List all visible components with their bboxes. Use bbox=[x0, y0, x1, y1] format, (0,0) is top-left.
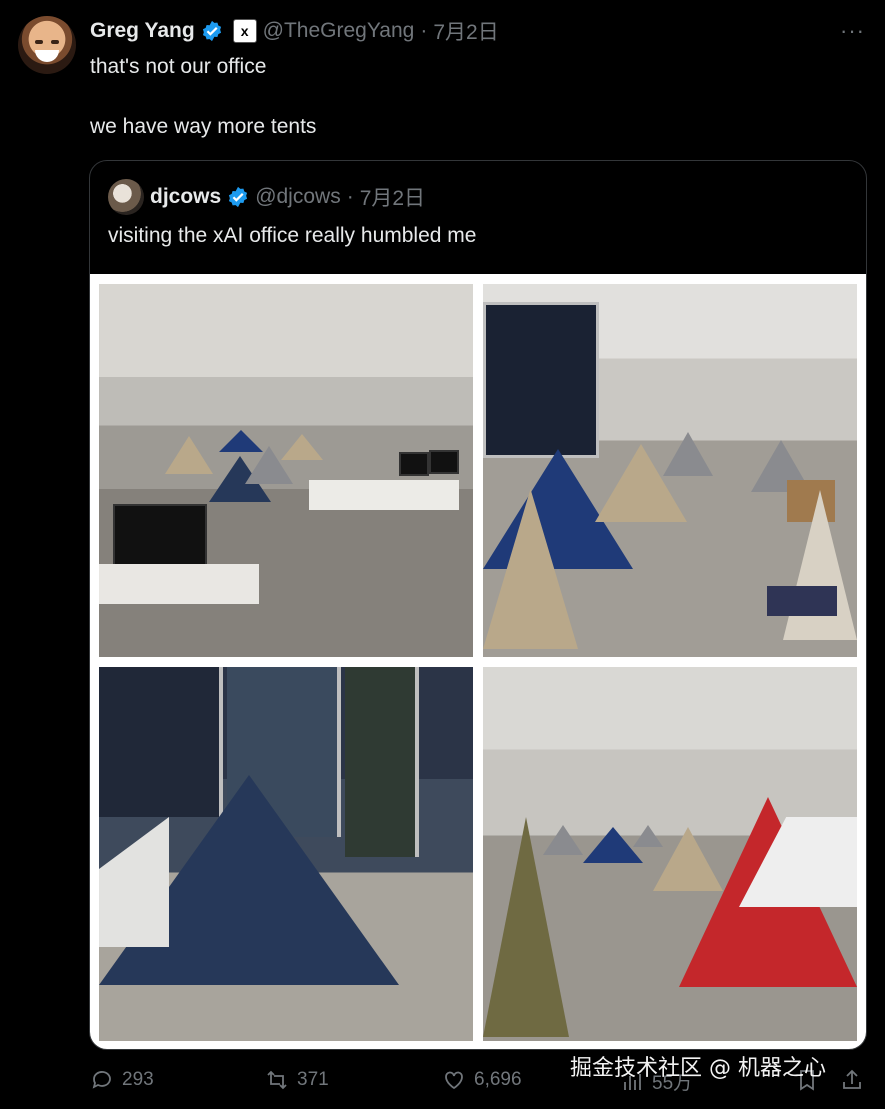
quoted-tweet-text: visiting the xAI office really humbled m… bbox=[108, 224, 477, 247]
monitor-image bbox=[113, 504, 207, 570]
repost-count: 371 bbox=[297, 1069, 329, 1090]
desk-image bbox=[99, 564, 259, 604]
tent-image bbox=[219, 430, 263, 452]
verified-badge-icon bbox=[202, 20, 221, 42]
tweet-header: Greg Yang x @TheGregYang · 7月2日 bbox=[90, 16, 499, 46]
photo-tent-by-window[interactable] bbox=[99, 667, 473, 1041]
like-button[interactable]: 6,696 bbox=[442, 1068, 522, 1092]
watermark-text: 掘金技术社区 @ 机器之心 bbox=[570, 1056, 826, 1081]
quoted-author-avatar[interactable] bbox=[108, 179, 144, 215]
reply-button[interactable]: 293 bbox=[90, 1068, 154, 1092]
avatar-eye bbox=[51, 40, 59, 44]
tent-panel-image bbox=[99, 817, 169, 947]
tent-image bbox=[165, 436, 213, 474]
tent-image bbox=[653, 827, 723, 891]
window-image bbox=[345, 667, 419, 857]
separator-dot: · bbox=[420, 19, 428, 42]
photo-corridor-tents[interactable] bbox=[483, 284, 857, 657]
author-avatar[interactable] bbox=[18, 16, 76, 74]
box-image bbox=[787, 480, 835, 522]
tent-image bbox=[583, 827, 643, 863]
quoted-author-name[interactable]: djcows bbox=[150, 185, 221, 209]
monitor-image bbox=[429, 450, 459, 474]
window-image bbox=[483, 302, 599, 458]
affiliation-badge-icon[interactable]: x bbox=[232, 19, 257, 43]
separator-dot: · bbox=[346, 185, 354, 208]
photo-grid bbox=[90, 274, 866, 1049]
like-count: 6,696 bbox=[474, 1069, 522, 1090]
photo-office-desks-tents[interactable] bbox=[99, 284, 473, 657]
repost-icon bbox=[267, 1070, 287, 1090]
repost-button[interactable]: 371 bbox=[265, 1068, 329, 1092]
verified-badge-icon bbox=[229, 186, 248, 208]
photo-hall-tents[interactable] bbox=[483, 667, 857, 1041]
tweet-date[interactable]: 7月2日 bbox=[433, 16, 498, 46]
monitor-image bbox=[399, 452, 429, 476]
tent-image bbox=[281, 434, 323, 460]
tent-image bbox=[663, 432, 713, 476]
desk-image bbox=[309, 480, 459, 510]
quoted-tweet-date[interactable]: 7月2日 bbox=[360, 182, 425, 212]
quoted-tweet-header: djcows @djcows · 7月2日 bbox=[150, 181, 425, 213]
quoted-tweet[interactable]: djcows @djcows · 7月2日 visiting the xAI o… bbox=[89, 160, 867, 1050]
reply-count: 293 bbox=[122, 1069, 154, 1090]
heart-icon bbox=[445, 1071, 463, 1090]
tweet-text: that's not our office we have way more t… bbox=[90, 55, 317, 138]
reply-icon bbox=[92, 1071, 111, 1089]
share-icon bbox=[843, 1069, 861, 1089]
author-handle[interactable]: @TheGregYang bbox=[263, 19, 415, 43]
share-button[interactable] bbox=[840, 1068, 864, 1092]
tent-image bbox=[543, 825, 583, 855]
author-name[interactable]: Greg Yang bbox=[90, 19, 195, 43]
quoted-author-handle[interactable]: @djcows bbox=[255, 185, 341, 209]
blanket-image bbox=[767, 586, 837, 616]
more-options-icon[interactable]: ··· bbox=[840, 18, 865, 44]
avatar-mouth bbox=[35, 50, 59, 62]
avatar-eye bbox=[35, 40, 43, 44]
window-image bbox=[99, 667, 223, 817]
tent-image bbox=[595, 444, 687, 522]
tent-image bbox=[633, 825, 663, 847]
